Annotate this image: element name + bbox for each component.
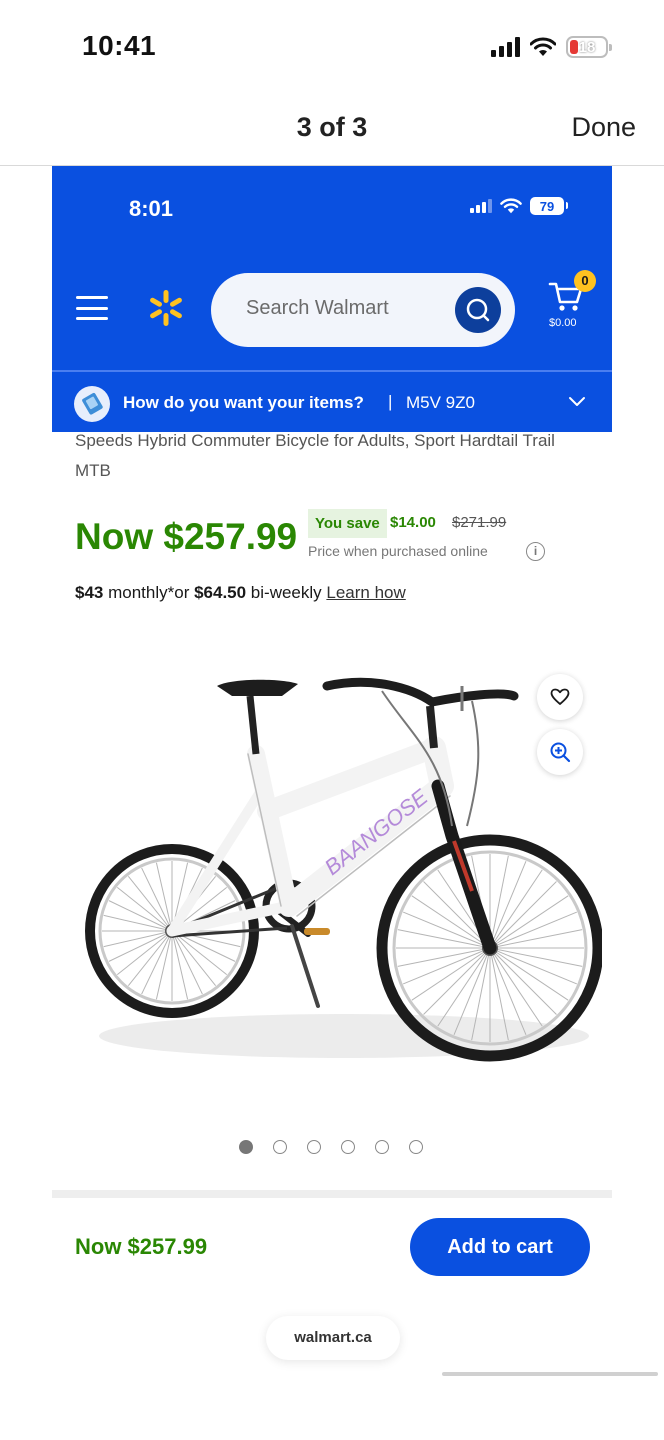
financing-line: $43 monthly*or $64.50 bi-weekly Learn ho… [75,583,406,603]
battery-level: 18 [578,38,596,56]
monthly-amount: $43 [75,583,104,602]
wheel-spoke [171,930,203,995]
learn-how-link[interactable]: Learn how [326,583,405,602]
menu-icon[interactable] [76,296,108,320]
search-placeholder: Search Walmart [246,297,389,319]
you-save-badge: You save [308,509,387,538]
wheel-spoke [423,947,491,1015]
biweekly-text: bi-weekly [246,583,327,602]
product-image[interactable]: BAANGOSE [82,636,602,1106]
carousel-dot[interactable] [307,1140,321,1154]
inner-status-time: 8:01 [129,196,174,221]
done-button[interactable]: Done [571,112,636,143]
inner-battery-icon: 79 [530,197,568,215]
walmart-screenshot: 8:01 79 Search Walmart 0 $0.00 How do yo… [52,166,612,1382]
carousel-dot[interactable] [341,1140,355,1154]
wheel-spoke [108,930,173,962]
carousel-dot[interactable] [409,1140,423,1154]
info-icon[interactable]: i [526,542,545,561]
product-title: Speeds Hybrid Commuter Bicycle for Adult… [75,431,555,480]
search-icon [466,298,490,322]
wheel-spoke [108,900,173,932]
biweekly-amount: $64.50 [194,583,247,602]
ios-status-bar: 10:41 18 [0,0,664,96]
monthly-text: monthly*or [103,583,195,602]
section-divider [52,1190,612,1198]
url-pill[interactable]: walmart.ca [266,1316,400,1360]
delivery-selector[interactable]: How do you want your items? | M5V 9Z0 [52,370,612,432]
carousel-dot[interactable] [273,1140,287,1154]
zoom-button[interactable] [537,729,583,775]
zoom-icon [550,742,571,763]
battery-icon: 18 [566,36,612,58]
viewer-page-count: 3 of 3 [296,112,368,142]
wheel-spoke [141,867,173,932]
carousel-dot[interactable] [375,1140,389,1154]
cart-total: $0.00 [549,317,577,329]
price-note: Price when purchased online [308,543,488,559]
delivery-icon [74,386,110,422]
save-amount: $14.00 [390,514,436,531]
sticky-price: Now $257.99 [75,1234,208,1259]
delivery-separator: | [388,392,393,411]
ios-time: 10:41 [82,30,157,61]
wheel-spoke [489,947,557,1015]
image-carousel-dots [239,1140,423,1154]
ios-status-icons: 18 [491,36,612,58]
inner-status-icons: 79 [470,197,568,215]
wifi-icon [530,37,556,57]
carousel-dot[interactable] [239,1140,253,1154]
add-to-cart-button[interactable]: Add to cart [410,1218,590,1276]
search-input[interactable]: Search Walmart [211,273,515,347]
walmart-header: 8:01 79 Search Walmart 0 $0.00 [52,166,612,370]
inner-wifi-icon [500,198,522,214]
favorite-button[interactable] [537,674,583,720]
postal-code: M5V 9Z0 [406,393,475,412]
cellular-signal-icon [491,37,520,57]
home-indicator [442,1372,658,1376]
walmart-spark-icon[interactable] [146,288,186,328]
wheel-spoke [141,930,173,995]
heart-icon [550,688,570,705]
cart-button[interactable]: 0 $0.00 [544,270,596,330]
wheel-spoke [489,881,557,949]
search-button[interactable] [455,287,501,333]
was-price: $271.99 [452,514,507,531]
chevron-down-icon [569,397,585,406]
now-price: Now $257.99 [75,516,298,557]
inner-signal-icon [470,199,492,213]
cart-count-badge: 0 [574,270,596,292]
delivery-question: How do you want your items? [123,393,364,412]
image-viewer-header: 3 of 3 Done [0,96,664,166]
